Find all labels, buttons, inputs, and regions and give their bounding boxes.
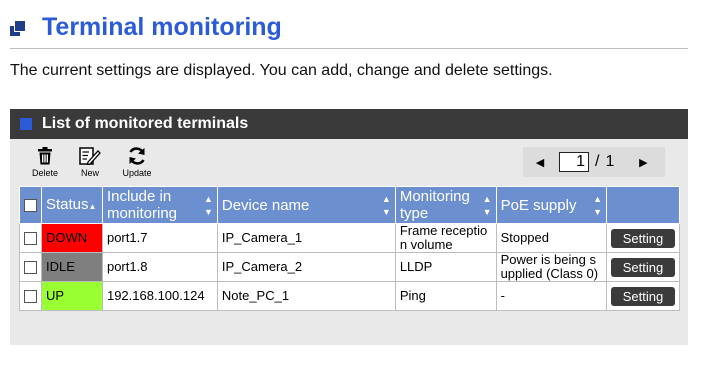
device-cell: Note_PC_1 xyxy=(216,281,396,311)
title-divider xyxy=(10,48,688,49)
delete-label: Delete xyxy=(31,168,58,178)
update-label: Update xyxy=(122,168,152,178)
column-header-type[interactable]: Monitoring type ▲ ▼ xyxy=(394,186,497,224)
column-header-include[interactable]: Include in monitoring ▲ ▼ xyxy=(101,186,218,224)
table-row: IDLE port1.8 IP_Camera_2 LLDP Power is b… xyxy=(19,252,680,282)
action-cell: Setting xyxy=(606,281,680,311)
delete-button[interactable]: Delete xyxy=(25,147,65,178)
section-square-icon xyxy=(20,118,32,130)
section-title: List of monitored terminals xyxy=(42,115,249,132)
status-badge: UP xyxy=(41,281,103,311)
status-header-label: Status xyxy=(46,195,89,213)
trash-icon xyxy=(38,147,52,165)
setting-button[interactable]: Setting xyxy=(611,228,675,248)
action-cell: Setting xyxy=(606,252,680,282)
sort-icon: ▲ ▼ xyxy=(593,194,602,217)
row-checkbox[interactable] xyxy=(24,290,37,304)
action-cell: Setting xyxy=(606,223,680,253)
triangle-left-icon[interactable]: ◀ xyxy=(529,156,551,169)
edit-note-icon xyxy=(79,147,101,165)
status-badge: DOWN xyxy=(41,223,103,253)
column-header-device[interactable]: Device name ▲ ▼ xyxy=(216,186,396,224)
poe-header-label: PoE supply xyxy=(500,196,577,214)
row-select-cell xyxy=(19,281,42,311)
column-header-action xyxy=(606,186,680,224)
type-cell: LLDP xyxy=(394,252,497,282)
include-header-label: Include in monitoring xyxy=(106,188,178,222)
title-squares-icon xyxy=(10,18,28,36)
device-cell: IP_Camera_1 xyxy=(216,223,396,253)
terminals-table: Status▲ Include in monitoring ▲ ▼ Device … xyxy=(19,186,680,311)
sort-asc-icon: ▲ xyxy=(88,201,97,211)
sort-icon: ▲ ▼ xyxy=(482,194,492,217)
device-header-label: Device name xyxy=(221,196,310,214)
device-cell: IP_Camera_2 xyxy=(216,252,396,282)
select-all-header xyxy=(19,186,42,224)
list-panel: Delete New Update ◀ 1 / 1 ▶ Status▲ Incl… xyxy=(10,139,688,345)
poe-cell: Power is being s upplied (Class 0) xyxy=(495,252,608,282)
page-number-input[interactable]: 1 xyxy=(559,152,589,172)
table-row: UP 192.168.100.124 Note_PC_1 Ping - Sett… xyxy=(19,281,680,311)
type-header-label: Monitoring type xyxy=(399,188,470,222)
type-cell: Ping xyxy=(394,281,497,311)
select-all-checkbox[interactable] xyxy=(24,199,37,213)
include-cell: port1.8 xyxy=(101,252,218,282)
page-title: Terminal monitoring xyxy=(42,12,282,41)
column-header-status[interactable]: Status▲ xyxy=(41,186,103,224)
update-button[interactable]: Update xyxy=(117,147,157,178)
row-checkbox[interactable] xyxy=(24,232,37,246)
row-select-cell xyxy=(19,252,42,282)
sort-icon: ▲ ▼ xyxy=(381,194,391,217)
page-description: The current settings are displayed. You … xyxy=(10,62,553,79)
column-header-poe[interactable]: PoE supply ▲ ▼ xyxy=(495,186,608,224)
section-header: List of monitored terminals xyxy=(10,109,688,139)
row-checkbox[interactable] xyxy=(24,261,37,275)
table-header-row: Status▲ Include in monitoring ▲ ▼ Device … xyxy=(19,186,680,224)
page-title-row: Terminal monitoring xyxy=(10,12,282,42)
pagination: ◀ 1 / 1 ▶ xyxy=(523,147,665,177)
type-cell: Frame receptio n volume xyxy=(394,223,497,253)
refresh-icon xyxy=(129,147,145,165)
include-cell: 192.168.100.124 xyxy=(101,281,218,311)
row-select-cell xyxy=(19,223,42,253)
status-badge: IDLE xyxy=(41,252,103,282)
setting-button[interactable]: Setting xyxy=(611,286,675,306)
sort-icon: ▲ ▼ xyxy=(203,194,213,217)
triangle-right-icon[interactable]: ▶ xyxy=(632,156,654,169)
poe-cell: Stopped xyxy=(495,223,608,253)
setting-button[interactable]: Setting xyxy=(611,257,675,277)
poe-cell: - xyxy=(495,281,608,311)
new-label: New xyxy=(80,168,99,178)
include-cell: port1.7 xyxy=(101,223,218,253)
table-row: DOWN port1.7 IP_Camera_1 Frame receptio … xyxy=(19,223,680,253)
page-separator: / xyxy=(595,153,600,170)
page-total: 1 xyxy=(605,153,615,170)
new-button[interactable]: New xyxy=(70,147,110,178)
